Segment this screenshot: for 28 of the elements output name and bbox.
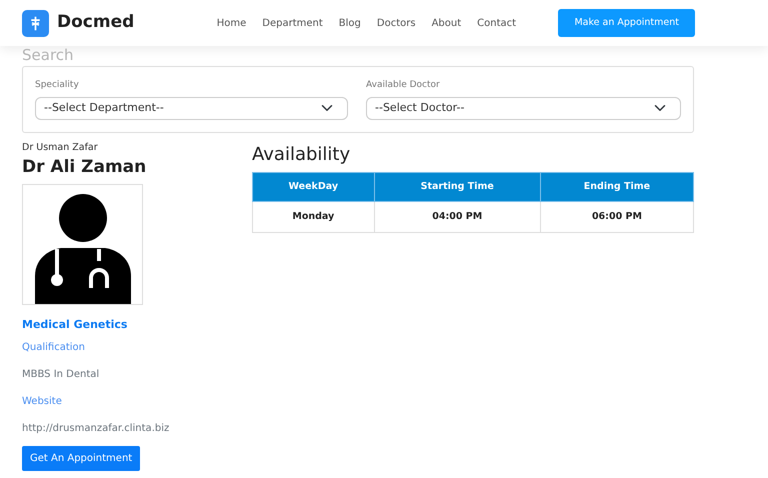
select-field[interactable]: --Select Department-- [35,96,348,120]
doctor-name: Dr Ali Zaman [22,156,146,179]
nav-link[interactable]: Home [216,16,246,30]
website-label: Website [22,394,62,409]
logo-icon[interactable] [22,10,49,36]
speciality-text: Medical Genetics [22,317,128,334]
brand-name[interactable]: Docmed [57,10,134,36]
website-text: http://drusmanzafar.clinta.biz [22,422,170,436]
qualification-label: Qualification [22,340,85,355]
table-cell: 04:00 PM [374,201,540,232]
section-title: Availability [252,142,352,166]
table-cell: Monday [252,201,374,232]
qualification-text: MBBS In Dental [22,368,100,382]
field-label: Speciality [35,79,80,92]
appointment-button[interactable]: Get An Appointment [22,446,140,471]
nav-link[interactable]: About [432,16,462,30]
nav-link[interactable]: Doctors [376,16,416,30]
section-title: Search [22,46,75,64]
column-header: Starting Time [374,172,540,202]
nav-link[interactable]: Contact [477,16,516,30]
nav-link[interactable]: Blog [338,16,361,30]
select-field[interactable]: --Select Doctor-- [366,96,681,120]
column-header: WeekDay [252,172,374,202]
field-label: Available Doctor [366,79,441,92]
doctor-subtitle: Dr Usman Zafar [22,140,98,154]
table-cell: 06:00 PM [540,201,694,232]
nav-link[interactable]: Department [262,16,323,30]
column-header: Ending Time [540,172,694,202]
